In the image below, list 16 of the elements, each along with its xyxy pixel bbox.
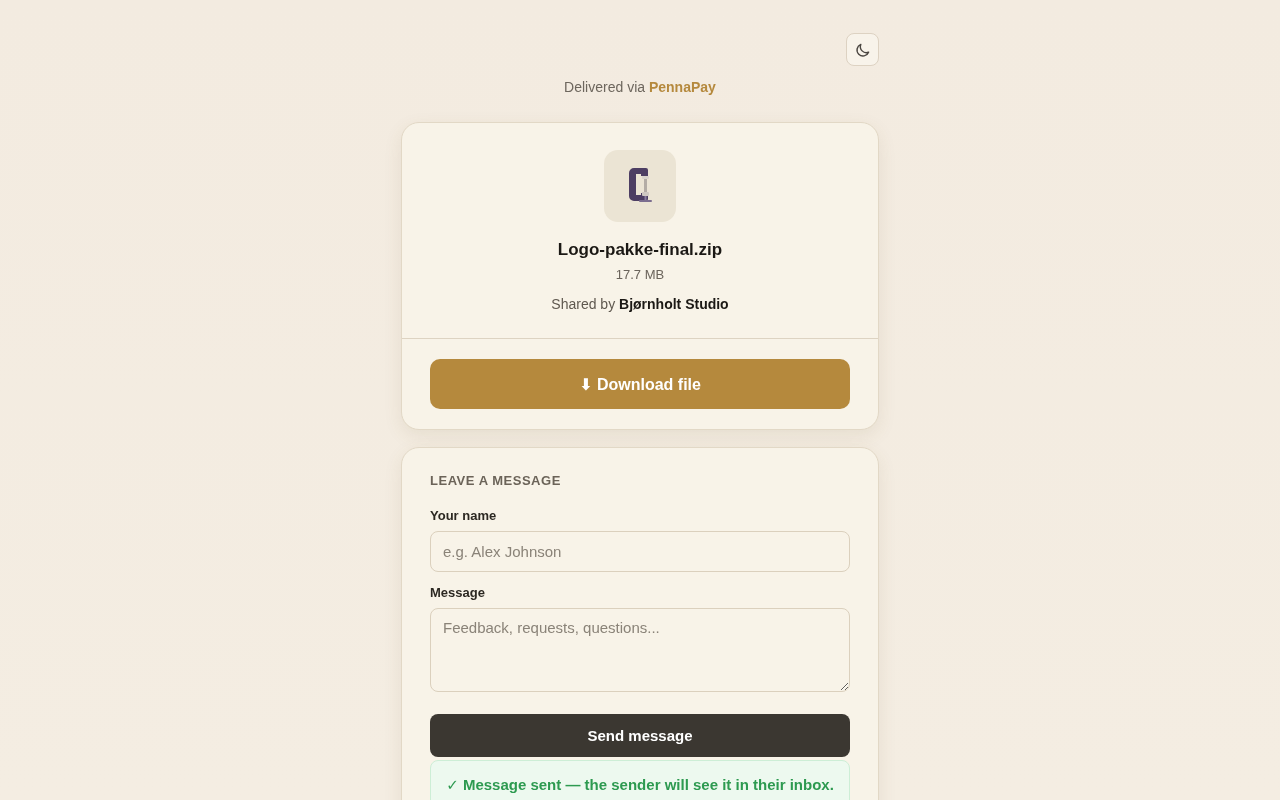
moon-icon [854,41,871,58]
shared-by-text: Shared by Bjørnholt Studio [551,295,729,314]
download-button[interactable]: ⬇ Download file [430,359,850,409]
field-label: Your name [430,507,497,525]
theme-toggle-button[interactable] [846,33,879,66]
send-message-button[interactable]: Send message [430,714,850,757]
clamp-icon [604,150,676,222]
file-size: 17.7 MB [615,266,665,284]
section-heading: LEAVE A MESSAGE [430,472,561,490]
field-label: Message [430,584,485,602]
delivered-via-text: Delivered via PennaPay [564,78,716,97]
message-field[interactable]: Feedback, requests, questions... [430,608,850,692]
name-field[interactable]: e.g. Alex Johnson [430,531,850,572]
success-notice: ✓ Message sent — the sender will see it in their inbox. [430,760,850,800]
brand-link[interactable]: PennaPay [648,79,716,95]
file-name: Logo-pakke-final.zip [557,239,723,261]
